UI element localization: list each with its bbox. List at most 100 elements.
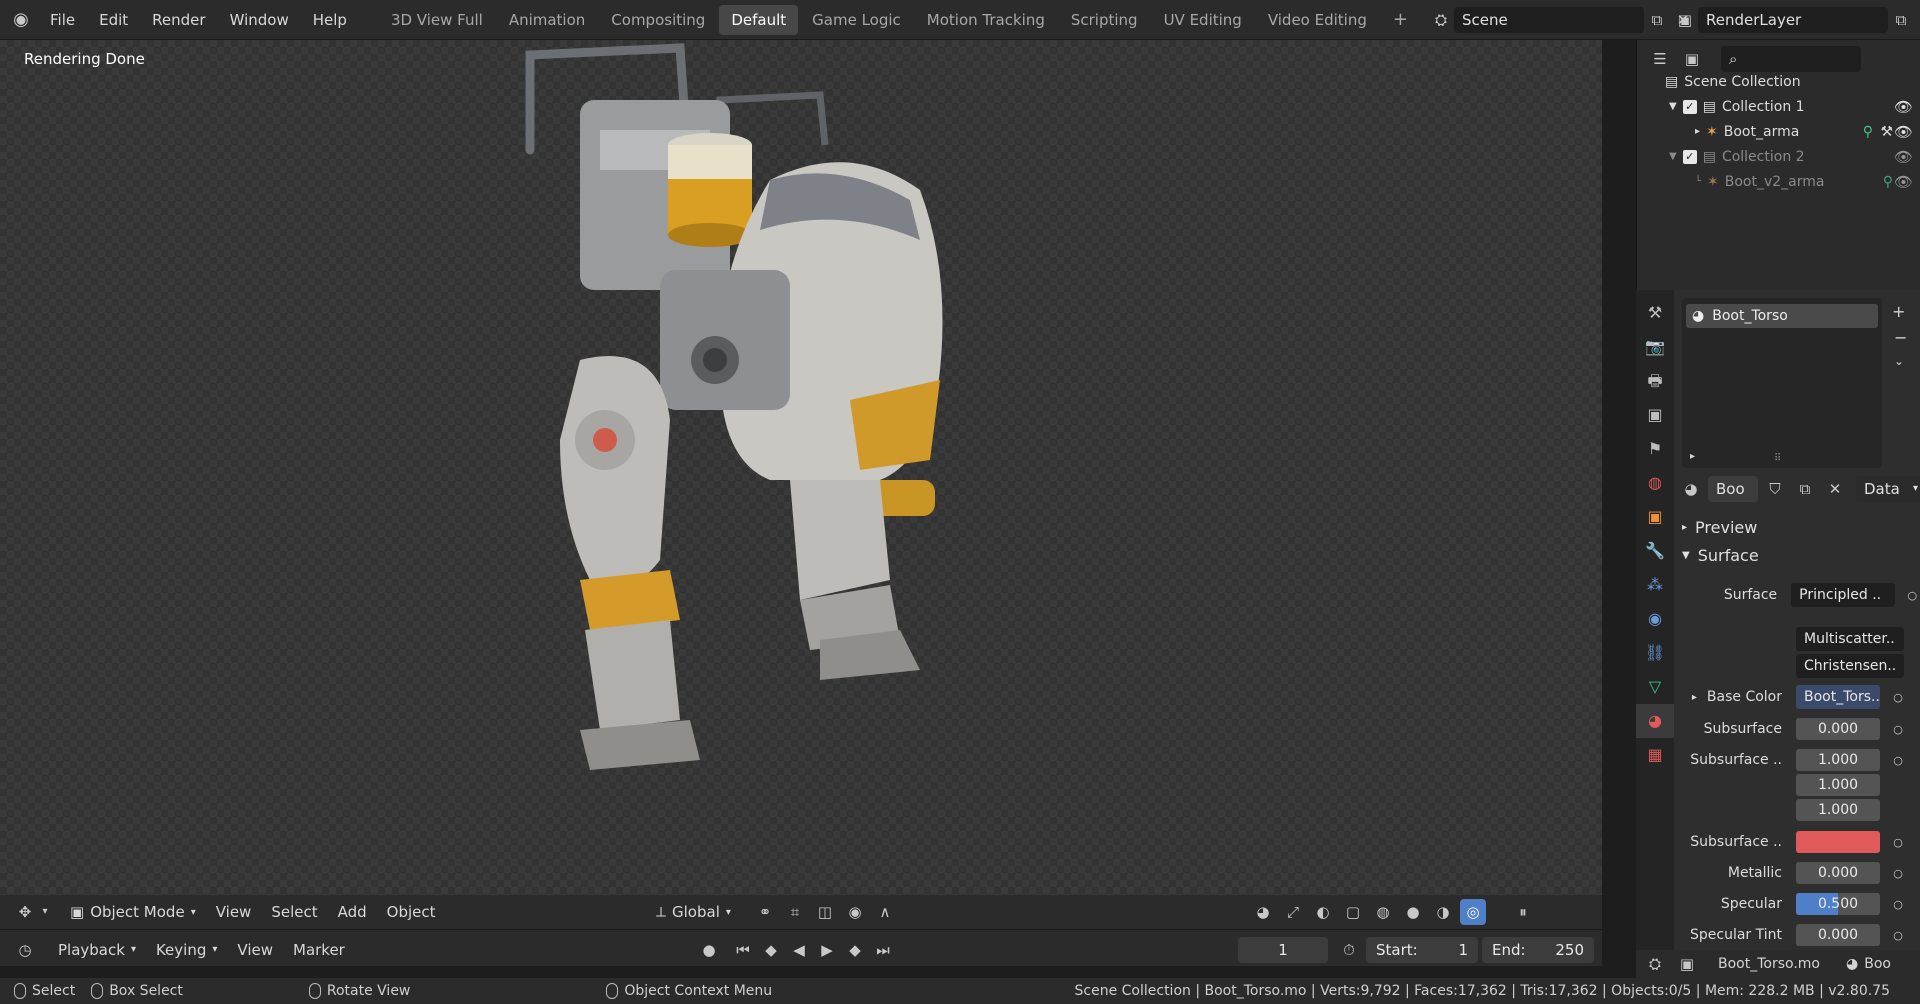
add-slot-button[interactable]: + xyxy=(1892,302,1905,321)
timeline-menu-view[interactable]: View xyxy=(227,941,283,959)
blender-logo-icon[interactable]: ◉ xyxy=(8,7,34,33)
socket-dot-icon[interactable]: ○ xyxy=(1890,929,1906,942)
outliner-item-boot-arma[interactable]: ▸ ✶ Boot_arma ⚲ ⚒ 👁 xyxy=(1695,120,1919,144)
playback-dropdown[interactable]: Playback ▾ xyxy=(48,941,146,959)
remove-slot-button[interactable]: − xyxy=(1894,328,1907,347)
socket-dot-icon[interactable]: ○ xyxy=(1890,754,1906,767)
metallic-value[interactable]: 0.000 xyxy=(1796,862,1880,884)
timeline-menu-marker[interactable]: Marker xyxy=(283,941,355,959)
eye-icon[interactable]: 👁 xyxy=(1894,145,1913,169)
material-slot-item[interactable]: ◕ Boot_Torso xyxy=(1686,304,1878,328)
outliner-item-collection-1[interactable]: ▼ ✓ ▤ Collection 1 👁 xyxy=(1669,95,1919,119)
tab-motion-tracking[interactable]: Motion Tracking xyxy=(915,5,1057,35)
view-layer-name-field[interactable]: RenderLayer xyxy=(1698,7,1888,33)
visibility-icon[interactable]: ◕ xyxy=(1250,899,1276,925)
falloff-icon[interactable]: ∧ xyxy=(872,899,898,925)
socket-dot-icon[interactable]: ○ xyxy=(1905,589,1920,602)
subsurface-radius-x[interactable]: 1.000 xyxy=(1796,749,1880,771)
object-mode-dropdown[interactable]: ▣ Object Mode ▾ xyxy=(60,903,206,921)
new-scene-icon[interactable]: ⧉ xyxy=(1644,7,1670,33)
xray-icon[interactable]: ▢ xyxy=(1340,899,1366,925)
delete-view-layer-icon[interactable]: ✕ xyxy=(1914,7,1920,33)
subsurface-color-swatch[interactable] xyxy=(1796,831,1880,853)
particles-tab-icon[interactable]: ⁂ xyxy=(1636,568,1674,602)
stopwatch-icon[interactable]: ⏱ xyxy=(1336,937,1362,963)
current-frame-field[interactable]: 1 xyxy=(1238,936,1328,963)
slot-specials-chevron-icon[interactable]: ⌄ xyxy=(1894,354,1904,368)
pivot-icon[interactable]: ⚭ xyxy=(752,899,778,925)
socket-dot-icon[interactable]: ○ xyxy=(1890,691,1906,704)
modifier-tab-icon[interactable]: 🔧 xyxy=(1636,534,1674,568)
display-mode-icon[interactable]: ▣ xyxy=(1679,46,1705,72)
scene-icon[interactable]: ⛭ xyxy=(1428,7,1454,33)
menu-file[interactable]: File xyxy=(38,0,87,40)
transform-orientation-dropdown[interactable]: ⟂ Global ▾ xyxy=(646,903,741,921)
expand-arrow-icon[interactable]: ▸ xyxy=(1690,451,1695,462)
preview-panel-header[interactable]: ▸ Preview xyxy=(1682,518,1757,537)
subsurface-value[interactable]: 0.000 xyxy=(1796,718,1880,740)
texture-tab-icon[interactable]: ▦ xyxy=(1636,738,1674,772)
wireframe-shading-icon[interactable]: ◍ xyxy=(1370,899,1396,925)
prev-keyframe-icon[interactable]: ◆ xyxy=(758,937,784,963)
duplicate-material-icon[interactable]: ⧉ xyxy=(1792,476,1818,502)
tab-scripting[interactable]: Scripting xyxy=(1059,5,1150,35)
base-color-link-field[interactable]: Boot_Tors.. xyxy=(1796,685,1880,709)
outliner-search-input[interactable]: ⌕ xyxy=(1721,46,1861,72)
overlays-icon[interactable]: ◐ xyxy=(1310,899,1336,925)
fake-user-shield-icon[interactable]: ⛉ xyxy=(1762,476,1788,502)
menu-view[interactable]: View xyxy=(206,903,262,921)
view-layer-icon[interactable]: ▣ xyxy=(1672,7,1698,33)
proportional-edit-icon[interactable]: ◉ xyxy=(842,899,868,925)
tool-tab-icon[interactable]: ⚒ xyxy=(1636,296,1674,330)
tab-uv-editing[interactable]: UV Editing xyxy=(1152,5,1254,35)
jump-start-icon[interactable]: ⏮ xyxy=(730,937,756,963)
menu-render[interactable]: Render xyxy=(140,0,217,40)
solid-shading-icon[interactable]: ● xyxy=(1400,899,1426,925)
socket-dot-icon[interactable]: ○ xyxy=(1890,723,1906,736)
subsurface-radius-z[interactable]: 1.000 xyxy=(1796,799,1880,821)
start-frame-field[interactable]: Start: 1 xyxy=(1366,936,1478,963)
menu-object[interactable]: Object xyxy=(377,903,446,921)
properties-editor-icon[interactable]: ⛭ xyxy=(1642,951,1668,977)
pause-render-icon[interactable]: ⏸ xyxy=(1510,899,1536,925)
outliner-scene-collection[interactable]: ▤ Scene Collection xyxy=(1665,70,1801,94)
timeline-editor-icon[interactable]: ◷ xyxy=(12,937,38,963)
add-workspace-button[interactable]: + xyxy=(1381,5,1420,35)
view-layer-tab-icon[interactable]: ▣ xyxy=(1636,398,1674,432)
subsurface-radius-y[interactable]: 1.000 xyxy=(1796,774,1880,796)
material-browse-icon[interactable]: ◕ xyxy=(1678,476,1704,502)
play-reverse-icon[interactable]: ◀ xyxy=(786,937,812,963)
unlink-material-icon[interactable]: ✕ xyxy=(1822,476,1848,502)
physics-tab-icon[interactable]: ◉ xyxy=(1636,602,1674,636)
dropdown-chevron-icon[interactable]: ▾ xyxy=(38,899,52,925)
world-tab-icon[interactable]: ◍ xyxy=(1636,466,1674,500)
next-keyframe-icon[interactable]: ◆ xyxy=(842,937,868,963)
surface-shader-dropdown[interactable]: Principled .. xyxy=(1791,583,1895,607)
render-tab-icon[interactable]: 📷 xyxy=(1636,330,1674,364)
subsurface-method-dropdown[interactable]: Multiscatter.. xyxy=(1796,627,1904,651)
keying-dropdown[interactable]: Keying ▾ xyxy=(146,941,227,959)
eye-icon[interactable]: 👁 xyxy=(1894,170,1913,194)
material-name-field[interactable]: Boo xyxy=(1708,476,1758,502)
material-slot-list[interactable]: ◕ Boot_Torso ▸ ⠿ xyxy=(1682,298,1882,468)
output-tab-icon[interactable]: 🖶 xyxy=(1636,364,1674,398)
constraints-tab-icon[interactable]: ⛓ xyxy=(1636,636,1674,670)
object-tab-icon[interactable]: ▣ xyxy=(1636,500,1674,534)
socket-dot-icon[interactable]: ○ xyxy=(1890,836,1906,849)
expand-arrow-icon[interactable]: ▸ xyxy=(1695,120,1700,144)
snap-icon[interactable]: ⌗ xyxy=(782,899,808,925)
tab-compositing[interactable]: Compositing xyxy=(599,5,717,35)
tab-game-logic[interactable]: Game Logic xyxy=(800,5,913,35)
eye-icon[interactable]: 👁 xyxy=(1894,120,1913,144)
specular-tint-value[interactable]: 0.000 xyxy=(1796,924,1880,946)
data-tab-icon[interactable]: ▽ xyxy=(1636,670,1674,704)
rendered-shading-icon[interactable]: ◎ xyxy=(1460,899,1486,925)
material-link-dropdown[interactable]: Data ▾ xyxy=(1856,476,1920,502)
distribution-dropdown[interactable]: Christensen.. xyxy=(1796,654,1904,678)
socket-dot-icon[interactable]: ○ xyxy=(1890,867,1906,880)
outliner-item-collection-2[interactable]: ▼ ✓ ▤ Collection 2 👁 xyxy=(1669,145,1919,169)
tab-default[interactable]: Default xyxy=(719,4,799,35)
scene-name-field[interactable]: Scene xyxy=(1454,7,1644,33)
expand-arrow-icon[interactable]: ▼ xyxy=(1669,145,1677,169)
exclude-checkbox[interactable]: ✓ xyxy=(1682,100,1697,114)
